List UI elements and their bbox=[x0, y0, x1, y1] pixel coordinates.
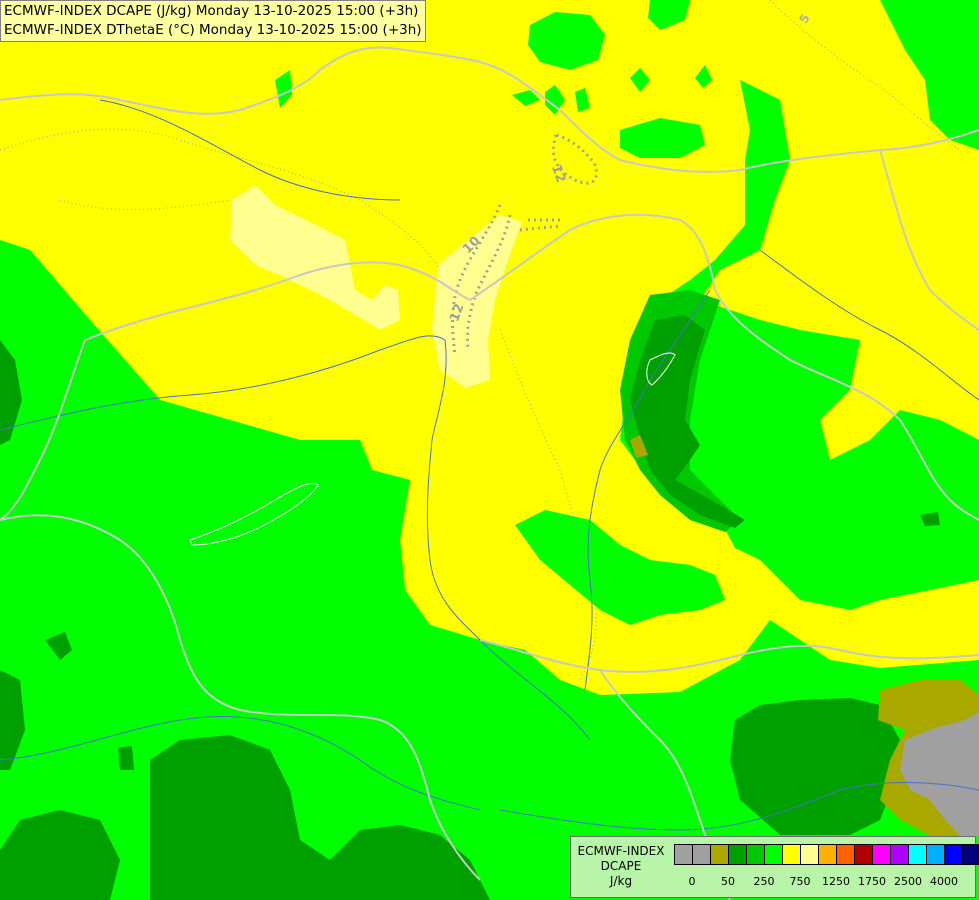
map-title: ECMWF-INDEX DCAPE (J/kg) Monday 13-10-20… bbox=[0, 0, 426, 42]
legend-tick-label: 750 bbox=[789, 875, 811, 888]
legend-title: ECMWF-INDEX DCAPE J/kg bbox=[573, 844, 669, 889]
legend-tick-label: 0 bbox=[688, 875, 696, 888]
legend-color-scale: #a0a0a0#a0a0a0#a8a800#00a000#00c800#00ff… bbox=[674, 844, 979, 865]
legend-tick-label: 50 bbox=[721, 875, 735, 888]
legend-swatch: #a0a0a0 bbox=[693, 845, 711, 864]
legend-swatch: #a0a0a0 bbox=[675, 845, 693, 864]
legend-swatch: #00ff00 bbox=[765, 845, 783, 864]
legend-swatch: #000080 bbox=[963, 845, 979, 864]
dark-green-blob-2 bbox=[118, 746, 134, 770]
legend-swatch: #00b0ff bbox=[927, 845, 945, 864]
legend-variable: DCAPE bbox=[600, 859, 642, 873]
legend-swatch: #00a000 bbox=[729, 845, 747, 864]
legend-tick-label: 1750 bbox=[858, 875, 886, 888]
title-line-dthetae: ECMWF-INDEX DThetaE (°C) Monday 13-10-20… bbox=[4, 22, 422, 38]
green-blob-n1 bbox=[528, 12, 605, 70]
legend-swatch: #0000ff bbox=[945, 845, 963, 864]
legend-swatch: #00ffff bbox=[909, 845, 927, 864]
title-line-dcape: ECMWF-INDEX DCAPE (J/kg) Monday 13-10-20… bbox=[4, 3, 419, 19]
legend-swatch: #b00000 bbox=[855, 845, 873, 864]
legend-unit: J/kg bbox=[609, 874, 633, 888]
legend-swatch: #a8a800 bbox=[711, 845, 729, 864]
legend-swatch: #ffff00 bbox=[783, 845, 801, 864]
legend-swatch: #00c800 bbox=[747, 845, 765, 864]
legend-model-name: ECMWF-INDEX bbox=[577, 844, 665, 858]
legend-tick-label: 250 bbox=[753, 875, 775, 888]
legend-swatch: #ffff90 bbox=[801, 845, 819, 864]
legend-tick-label: 2500 bbox=[894, 875, 922, 888]
dcape-map: 5 12 10 12 bbox=[0, 0, 979, 900]
legend-tick-labels: 0 50 250 750 1250 1750 2500 4000 bbox=[674, 875, 974, 891]
legend-swatch: #ffb000 bbox=[819, 845, 837, 864]
legend-swatch: #ff6000 bbox=[837, 845, 855, 864]
legend-swatch: #b000ff bbox=[891, 845, 909, 864]
legend-tick-label: 1250 bbox=[822, 875, 850, 888]
legend-tick-label: 4000 bbox=[930, 875, 958, 888]
legend: ECMWF-INDEX DCAPE J/kg #a0a0a0#a0a0a0#a8… bbox=[570, 836, 979, 898]
legend-swatch: #ff00ff bbox=[873, 845, 891, 864]
